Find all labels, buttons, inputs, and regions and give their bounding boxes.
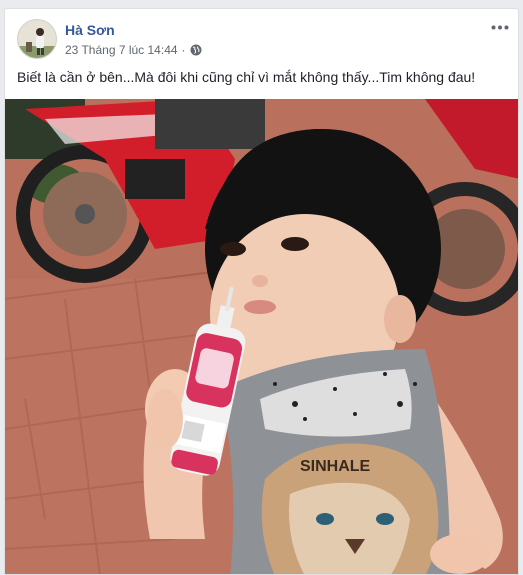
post-meta: 23 Tháng 7 lúc 14:44 · <box>65 43 202 57</box>
shirt-print-text: SINHALE <box>300 458 371 475</box>
author-avatar[interactable] <box>17 19 57 59</box>
globe-icon[interactable] <box>190 44 202 56</box>
meta-separator: · <box>181 43 186 57</box>
post-caption: Biết là cần ở bên...Mà đôi khi cũng chỉ … <box>17 69 476 85</box>
post-photo[interactable]: SINHALE <box>5 99 518 574</box>
more-options-icon[interactable] <box>490 19 510 35</box>
photo-illustration: SINHALE <box>5 99 518 574</box>
post-timestamp[interactable]: 23 Tháng 7 lúc 14:44 <box>65 43 178 57</box>
avatar-image <box>18 20 56 58</box>
post-card: Hà Sơn 23 Tháng 7 lúc 14:44 · Biết là cầ… <box>4 8 519 575</box>
author-name[interactable]: Hà Sơn <box>65 22 115 38</box>
